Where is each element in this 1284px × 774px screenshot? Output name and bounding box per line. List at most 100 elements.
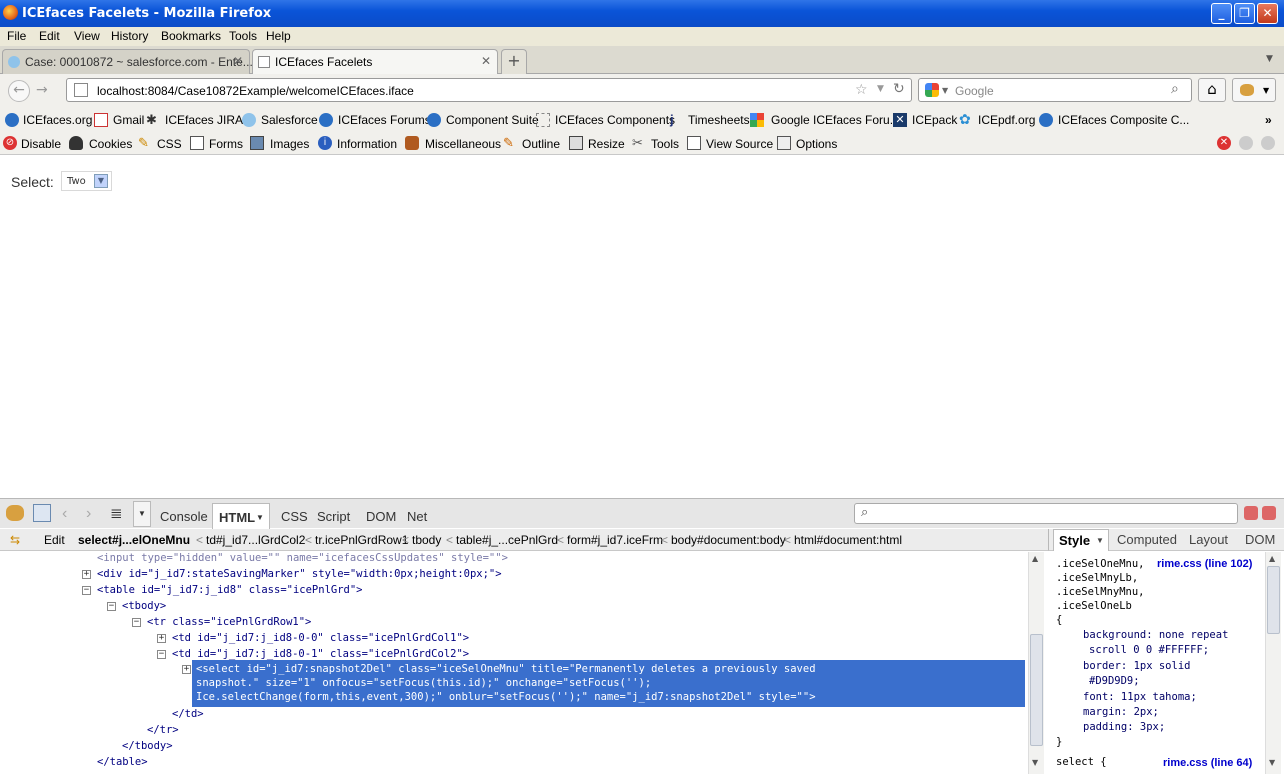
search-bar[interactable]: ▼ Google ⌕	[918, 78, 1192, 102]
list-icon[interactable]: ≣	[110, 504, 123, 522]
html-line[interactable]: <td id="j_id7:j_id8-0-0" class="icePnlGr…	[172, 632, 469, 644]
menu-view[interactable]: View	[74, 29, 100, 43]
collapse-icon[interactable]: −	[107, 602, 116, 611]
webdev-forms[interactable]: Forms	[209, 137, 243, 151]
html-line[interactable]: <input type="hidden" value="" name="icef…	[97, 552, 508, 564]
close-tab-icon[interactable]: ✕	[233, 54, 243, 68]
firebug-tab-net[interactable]: Net	[407, 509, 427, 524]
bookmark-icefaces-forums[interactable]: ICEfaces Forums	[338, 113, 431, 127]
collapse-icon[interactable]: ⇆	[10, 533, 20, 547]
detach-firebug-icon[interactable]	[1262, 506, 1276, 520]
url-bar[interactable]: localhost:8084/Case10872Example/welcomeI…	[66, 78, 912, 102]
back-arrow-icon[interactable]: ‹	[62, 505, 67, 523]
minimize-firebug-icon[interactable]	[1244, 506, 1258, 520]
bookmarks-overflow-icon[interactable]: »	[1265, 113, 1272, 127]
tab-salesforce[interactable]: Case: 00010872 ~ salesforce.com - Ente..…	[2, 49, 253, 74]
tab-list-icon[interactable]: ▼	[1266, 54, 1273, 64]
new-tab-button[interactable]: +	[501, 49, 527, 74]
breadcrumb-item[interactable]: tbody	[412, 533, 441, 547]
close-tab-icon[interactable]: ✕	[481, 54, 491, 68]
firebug-tab-html[interactable]: HTML ▼	[212, 503, 270, 529]
minimize-button[interactable]: _	[1211, 3, 1232, 24]
firebug-tab-dom[interactable]: DOM	[366, 509, 396, 524]
menu-bookmarks[interactable]: Bookmarks	[161, 29, 221, 43]
html-line[interactable]: <td id="j_id7:j_id8-0-1" class="icePnlGr…	[172, 648, 469, 660]
html-line[interactable]: </tbody>	[122, 740, 173, 752]
css-property[interactable]: padding: 3px;	[1083, 721, 1165, 733]
css-property[interactable]: font: 11px tahoma;	[1083, 691, 1197, 703]
panel-menu-icon[interactable]: ▼	[133, 501, 151, 527]
bookmark-component-suite[interactable]: Component Suite	[446, 113, 539, 127]
tab-icefaces[interactable]: ICEfaces Facelets ✕	[252, 49, 498, 74]
select-dropdown[interactable]: Two ▼	[61, 171, 112, 191]
side-tab-dom[interactable]: DOM	[1245, 532, 1275, 547]
html-line[interactable]: </td>	[172, 708, 204, 720]
bookmark-gmail[interactable]: Gmail	[113, 113, 144, 127]
menu-tools[interactable]: Tools	[229, 29, 257, 43]
side-tab-style[interactable]: Style ▼	[1053, 529, 1109, 551]
breadcrumb-item[interactable]: form#j_id7.iceFrm	[567, 533, 663, 547]
firebug-tab-css[interactable]: CSS	[281, 509, 308, 524]
css-property[interactable]: margin: 2px;	[1083, 706, 1159, 718]
bookmark-star-icon[interactable]: ☆	[855, 82, 868, 98]
menu-history[interactable]: History	[111, 29, 148, 43]
scroll-down-icon[interactable]: ▼	[1032, 758, 1038, 767]
firebug-search-input[interactable]: ⌕	[854, 503, 1238, 524]
side-tab-layout[interactable]: Layout	[1189, 532, 1228, 547]
expand-icon[interactable]: +	[82, 570, 91, 579]
forward-arrow-icon[interactable]: ›	[86, 505, 91, 523]
forward-button[interactable]: →	[36, 82, 48, 98]
close-toolbar-icon[interactable]: ✕	[1217, 136, 1231, 150]
style-panel-scrollbar[interactable]: ▲ ▼	[1265, 552, 1281, 774]
css-selector[interactable]: .iceSelOneLb	[1056, 600, 1132, 612]
firebug-toolbar-button[interactable]: ▼	[1232, 78, 1276, 102]
webdev-images[interactable]: Images	[270, 137, 309, 151]
firebug-tab-script[interactable]: Script	[317, 509, 350, 524]
webdev-resize[interactable]: Resize	[588, 137, 625, 151]
html-line[interactable]: <div id="j_id7:stateSavingMarker" style=…	[97, 568, 502, 580]
menu-edit[interactable]: Edit	[39, 29, 60, 43]
search-engine-dropdown-icon[interactable]: ▼	[942, 86, 948, 95]
edit-button[interactable]: Edit	[44, 533, 65, 547]
webdev-tools[interactable]: Tools	[651, 137, 679, 151]
firebug-icon[interactable]	[6, 505, 24, 521]
back-button[interactable]: ←	[8, 80, 30, 102]
webdev-options[interactable]: Options	[796, 137, 837, 151]
collapse-icon[interactable]: −	[82, 586, 91, 595]
side-tab-computed[interactable]: Computed	[1117, 532, 1177, 547]
bookmark-google-icefaces-forum[interactable]: Google ICEfaces Foru...	[771, 113, 900, 127]
webdev-view-source[interactable]: View Source	[706, 137, 773, 151]
html-line[interactable]: <table id="j_id7:j_id8" class="icePnlGrd…	[97, 584, 363, 596]
breadcrumb-item[interactable]: table#j_...cePnlGrd	[456, 533, 558, 547]
chevron-down-icon[interactable]: ▼	[94, 174, 108, 188]
css-value[interactable]: scroll 0 0 #FFFFFF;	[1089, 644, 1209, 656]
html-line[interactable]: </table>	[97, 756, 148, 768]
webdev-disable[interactable]: Disable	[21, 137, 61, 151]
home-button[interactable]: ⌂	[1198, 78, 1226, 102]
breadcrumb-item[interactable]: html#document:html	[794, 533, 902, 547]
css-value[interactable]: #D9D9D9;	[1089, 675, 1140, 687]
webdev-css[interactable]: CSS	[157, 137, 182, 151]
css-property[interactable]: border: 1px solid	[1083, 660, 1190, 672]
bookmark-icefaces-components[interactable]: ICEfaces Components	[555, 113, 675, 127]
site-identity-icon[interactable]	[74, 83, 88, 97]
webdev-information[interactable]: Information	[337, 137, 397, 151]
breadcrumb-item[interactable]: select#j...elOneMnu	[78, 533, 190, 547]
scroll-thumb[interactable]	[1267, 566, 1280, 634]
css-source-link[interactable]: rime.css (line 64)	[1163, 757, 1252, 769]
history-dropdown-icon[interactable]: ▼	[877, 84, 884, 94]
reload-icon[interactable]: ↻	[893, 81, 905, 97]
selected-node[interactable]: <select id="j_id7:snapshot2Del" class="i…	[192, 660, 1025, 707]
breadcrumb-item[interactable]: td#j_id7...lGrdCol2	[206, 533, 305, 547]
scroll-down-icon[interactable]: ▼	[1269, 758, 1275, 767]
breadcrumb-item[interactable]: tr.icePnlGrdRow1	[315, 533, 408, 547]
expand-icon[interactable]: +	[182, 665, 191, 674]
restore-button[interactable]: ❐	[1234, 3, 1255, 24]
collapse-icon[interactable]: −	[157, 650, 166, 659]
expand-icon[interactable]: +	[157, 634, 166, 643]
collapse-icon[interactable]: −	[132, 618, 141, 627]
webdev-outline[interactable]: Outline	[522, 137, 560, 151]
webdev-cookies[interactable]: Cookies	[89, 137, 132, 151]
menu-file[interactable]: File	[7, 29, 26, 43]
css-selector[interactable]: .iceSelMnyLb,	[1056, 572, 1138, 584]
